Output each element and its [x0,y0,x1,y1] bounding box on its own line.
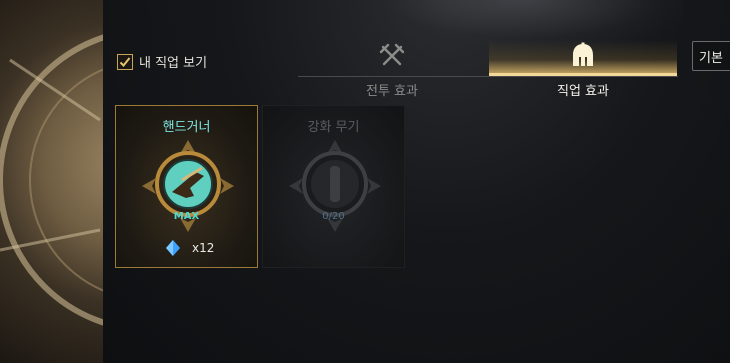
card-title: 핸드거너 [162,120,211,135]
basic-button[interactable]: 기본 [692,41,730,71]
checkmark-icon [119,56,131,67]
top-wing-ornament [363,0,683,45]
blue-crystal-icon [166,240,180,256]
card-title: 강화 무기 [307,120,360,135]
card-cost-value: x12 [192,241,215,255]
background-ornament [0,33,105,327]
my-job-checkbox[interactable] [117,53,133,70]
card-progress: 0/20 [322,211,345,222]
tab-battle-effect[interactable]: 전투 효과 [298,40,486,99]
spartan-helmet-icon [573,42,593,66]
crossed-swords-icon [379,43,405,66]
tab-job-effect[interactable]: 직업 효과 [489,40,677,99]
card-level: MAX [173,211,200,222]
tab-job-effect-label: 직업 효과 [557,84,609,99]
left-decorative-panel [0,0,105,363]
skill-card-enhanced-weapon[interactable]: 강화 무기 0/20 [262,105,405,268]
my-job-checkbox-row[interactable]: 내 직업 보기 [117,52,207,71]
my-job-checkbox-label: 내 직업 보기 [139,56,208,71]
skill-card-handgunner[interactable]: 핸드거너 MAX x12 [115,105,258,268]
tab-battle-effect-label: 전투 효과 [366,84,418,99]
tab-active-indicator [489,73,677,76]
card-cost: x12 [164,239,214,257]
